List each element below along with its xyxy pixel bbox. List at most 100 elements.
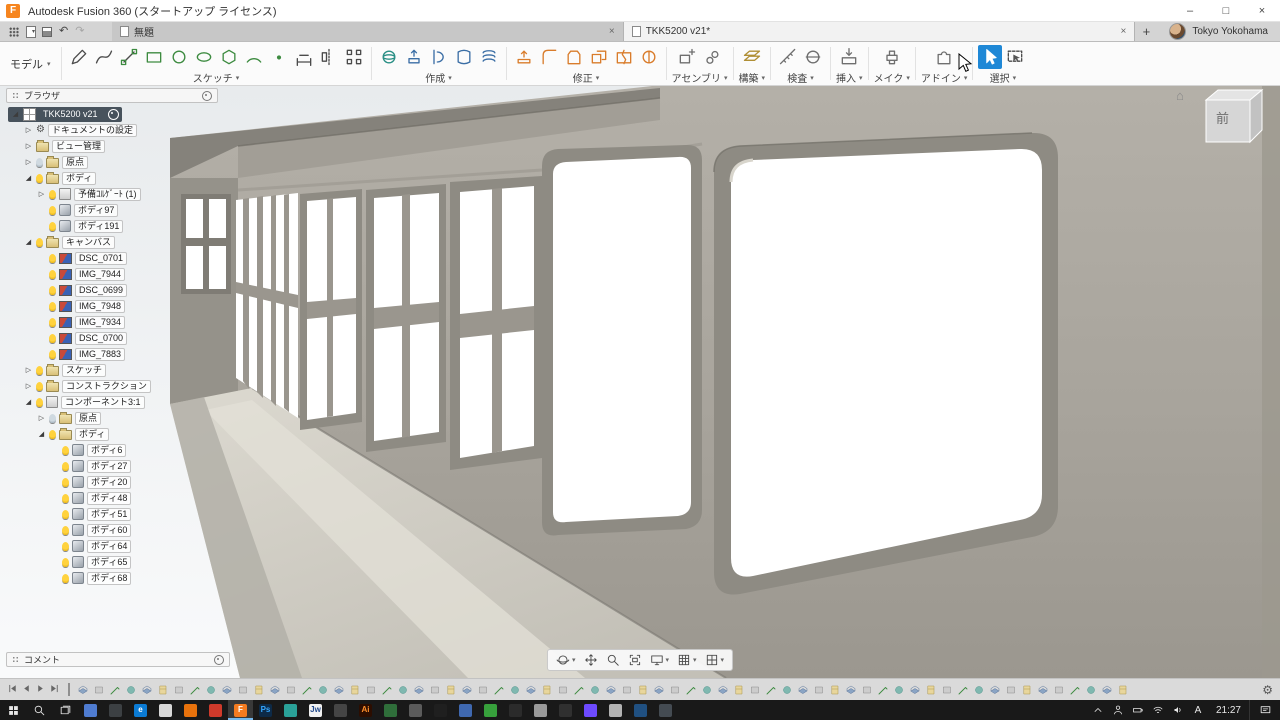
taskbar-app-icon[interactable] <box>653 700 678 720</box>
visibility-bulb-icon[interactable] <box>49 221 56 231</box>
document-tab[interactable]: TKK5200 v21* × <box>623 22 1136 41</box>
close-button[interactable]: × <box>1244 0 1280 21</box>
expander-closed-icon[interactable]: ▷ <box>24 143 33 150</box>
view-cube[interactable]: ⌂ 前 <box>1176 86 1272 152</box>
browser-tree-row[interactable]: DSC_0699 <box>6 282 218 298</box>
toolbar-group-dropdown[interactable]: メイク ▾ <box>874 70 910 85</box>
visibility-bulb-icon[interactable] <box>49 205 56 215</box>
browser-tree-row[interactable]: IMG_7883 <box>6 346 218 362</box>
circle-tool-button[interactable] <box>167 45 191 69</box>
app-grid-icon[interactable] <box>9 26 19 37</box>
action-center-button[interactable] <box>1249 700 1280 720</box>
volume-icon[interactable] <box>1168 700 1188 720</box>
browser-tree-row[interactable]: IMG_7948 <box>6 298 218 314</box>
visibility-bulb-icon[interactable] <box>49 349 56 359</box>
timeline-feature-icon[interactable] <box>781 684 793 696</box>
expander-open-icon[interactable]: ◢ <box>11 111 20 118</box>
taskbar-app-icon[interactable] <box>603 700 628 720</box>
timeline-marker[interactable] <box>68 683 70 696</box>
line-tool-button[interactable] <box>117 45 141 69</box>
timeline-feature-icon[interactable] <box>1021 684 1033 696</box>
browser-tree-row[interactable]: ▷ ビュー管理 <box>6 138 218 154</box>
taskbar-app-icon[interactable] <box>103 700 128 720</box>
orbit-nav-button[interactable]: ▾ <box>556 653 575 667</box>
expander-closed-icon[interactable]: ▷ <box>37 415 46 422</box>
insert-tool-button[interactable] <box>837 45 861 69</box>
visibility-bulb-icon[interactable] <box>49 301 56 311</box>
workspace-dropdown[interactable]: モデル ▾ <box>0 42 61 85</box>
timeline-feature-icon[interactable] <box>109 684 121 696</box>
browser-tree-row[interactable]: ボディ68 <box>6 570 218 586</box>
taskbar-search-button[interactable] <box>26 700 52 720</box>
section-tool-button[interactable] <box>801 45 825 69</box>
timeline-feature-icon[interactable] <box>509 684 521 696</box>
visibility-bulb-icon[interactable] <box>36 381 43 391</box>
avatar[interactable] <box>1169 23 1187 40</box>
account-name[interactable]: Tokyo Yokohama <box>1192 26 1268 37</box>
maximize-button[interactable]: □ <box>1208 0 1244 21</box>
spline-tool-button[interactable] <box>92 45 116 69</box>
timeline-feature-icon[interactable] <box>1069 684 1081 696</box>
taskbar-app-icon[interactable] <box>503 700 528 720</box>
timeline-feature-icon[interactable] <box>445 684 457 696</box>
clock[interactable]: 21:27 <box>1208 705 1249 716</box>
visibility-bulb-icon[interactable] <box>49 269 56 279</box>
visibility-bulb-icon[interactable] <box>49 333 56 343</box>
visibility-bulb-icon[interactable] <box>62 493 69 503</box>
visibility-bulb-icon[interactable] <box>36 157 43 167</box>
taskbar-app-icon[interactable] <box>578 700 603 720</box>
point-tool-button[interactable] <box>267 45 291 69</box>
press-pull-tool-button[interactable] <box>512 45 536 69</box>
taskbar-app-icon[interactable] <box>553 700 578 720</box>
timeline-feature-icon[interactable] <box>989 684 1001 696</box>
taskbar-app-icon[interactable] <box>628 700 653 720</box>
drag-grip-icon[interactable] <box>12 92 19 99</box>
browser-tree-row[interactable]: ボディ65 <box>6 554 218 570</box>
collapse-panel-icon[interactable] <box>214 654 224 665</box>
timeline-feature-icon[interactable] <box>93 684 105 696</box>
browser-tree-row[interactable]: ボディ97 <box>6 202 218 218</box>
visibility-bulb-icon[interactable] <box>49 413 56 423</box>
timeline-feature-icon[interactable] <box>541 684 553 696</box>
visibility-bulb-icon[interactable] <box>62 541 69 551</box>
timeline-feature-icon[interactable] <box>829 684 841 696</box>
browser-tree-row[interactable]: ボディ6 <box>6 442 218 458</box>
battery-icon[interactable] <box>1128 700 1148 720</box>
timeline-feature-icon[interactable] <box>269 684 281 696</box>
visibility-bulb-icon[interactable] <box>49 285 56 295</box>
browser-tree-row[interactable]: ▷ コンストラクション <box>6 378 218 394</box>
timeline-feature-icon[interactable] <box>749 684 761 696</box>
visibility-bulb-icon[interactable] <box>49 429 56 439</box>
timeline-feature-icon[interactable] <box>573 684 585 696</box>
browser-header[interactable]: ブラウザ <box>6 88 218 103</box>
browser-tree-row[interactable]: DSC_0701 <box>6 250 218 266</box>
taskbar-app-icon[interactable] <box>78 700 103 720</box>
expander-closed-icon[interactable]: ▷ <box>24 383 33 390</box>
view-cube-graphic[interactable] <box>1188 86 1272 152</box>
addins-tool-button[interactable] <box>932 45 956 69</box>
select-window-tool-button[interactable] <box>1003 45 1027 69</box>
split-tool-button[interactable] <box>612 45 636 69</box>
mirror-tool-button[interactable] <box>317 45 341 69</box>
timeline-feature-icon[interactable] <box>621 684 633 696</box>
timeline-feature-icon[interactable] <box>1117 684 1129 696</box>
expander-closed-icon[interactable]: ▷ <box>24 159 33 166</box>
browser-tree-row[interactable]: DSC_0700 <box>6 330 218 346</box>
timeline-feature-icon[interactable] <box>845 684 857 696</box>
visibility-bulb-icon[interactable] <box>62 445 69 455</box>
taskbar-app-fusion-active[interactable]: F <box>228 700 253 720</box>
browser-tree-row[interactable]: ボディ51 <box>6 506 218 522</box>
visibility-bulb-icon[interactable] <box>36 237 43 247</box>
arc-tool-button[interactable] <box>242 45 266 69</box>
taskbar-app-icon[interactable] <box>478 700 503 720</box>
joint-tool-button[interactable] <box>700 45 724 69</box>
timeline-feature-icon[interactable] <box>461 684 473 696</box>
tab-close-icon[interactable]: × <box>1121 26 1127 37</box>
3d-viewport[interactable]: ⌂ 前 ブラウザ ◢ TKK5200 v21 ▷ ⚙ ドキュメントの設定 ▷ ビュー管理 ▷ 原… <box>0 86 1280 678</box>
file-menu-button[interactable]: ▾ <box>26 25 36 38</box>
taskbar-app-icon[interactable] <box>278 700 303 720</box>
pattern-tool-button[interactable] <box>342 45 366 69</box>
timeline-feature-icon[interactable] <box>285 684 297 696</box>
visibility-bulb-icon[interactable] <box>36 173 43 183</box>
visibility-bulb-icon[interactable] <box>62 461 69 471</box>
